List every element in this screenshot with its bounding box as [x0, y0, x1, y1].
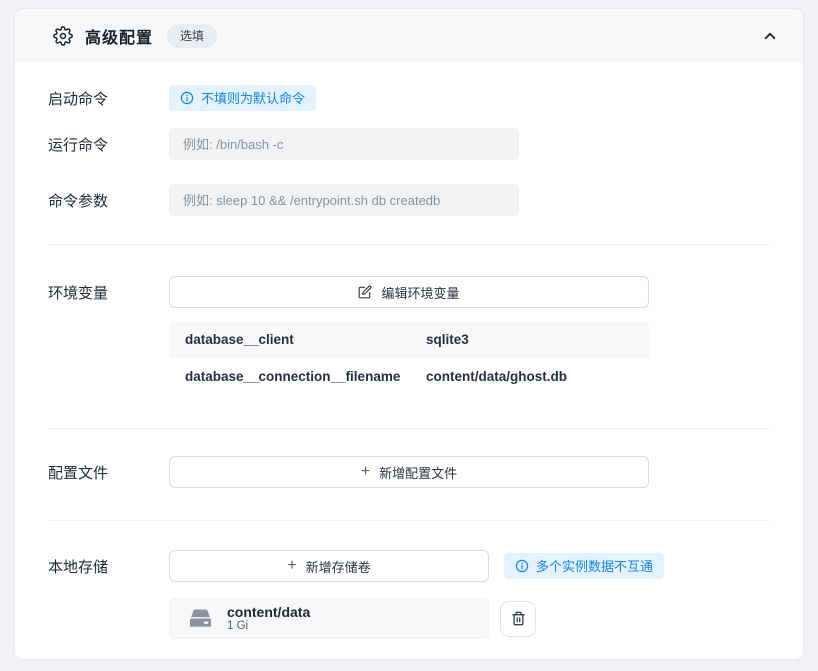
delete-volume-button[interactable] [500, 601, 536, 637]
startup-command-hint-text: 不填则为默认命令 [201, 92, 305, 105]
panel-header: 高级配置 选填 [15, 9, 803, 63]
section-divider [48, 520, 770, 521]
command-args-input[interactable] [169, 184, 519, 216]
config-file-label: 配置文件 [48, 462, 169, 483]
env-vars-label: 环境变量 [48, 282, 169, 303]
edit-square-icon [358, 285, 372, 299]
volume-size: 1 Gi [227, 620, 310, 634]
info-circle-icon [180, 91, 194, 105]
panel-title: 高级配置 [85, 24, 153, 48]
edit-env-vars-label: 编辑环境变量 [381, 283, 459, 302]
edit-env-vars-button[interactable]: 编辑环境变量 [169, 276, 649, 308]
startup-command-hint: 不填则为默认命令 [169, 85, 316, 111]
command-args-row: 命令参数 [48, 184, 770, 216]
volume-path: content/data [227, 604, 310, 620]
run-command-row: 运行命令 [48, 128, 770, 160]
local-storage-label: 本地存储 [48, 556, 169, 577]
env-var-value: content/data/ghost.db [426, 369, 567, 384]
env-vars-row: 环境变量 编辑环境变量 [48, 276, 770, 308]
section-divider [48, 244, 770, 245]
env-var-key: database__client [185, 332, 426, 347]
env-var-row: database__connection__filename content/d… [169, 358, 649, 395]
hard-drive-icon [187, 607, 214, 630]
storage-volume-card: content/data 1 Gi [169, 598, 489, 639]
section-divider [48, 428, 770, 429]
advanced-config-panel: 高级配置 选填 启动命令 不填则为默认命令 运行命令 [14, 8, 804, 660]
run-command-input[interactable] [169, 128, 519, 160]
add-config-file-button[interactable]: + 新增配置文件 [169, 456, 649, 488]
local-storage-row: 本地存储 + 新增存储卷 多个实例数据不互通 [48, 550, 770, 582]
plus-icon: + [361, 464, 370, 480]
collapse-chevron-up-icon[interactable] [763, 29, 777, 43]
trash-icon [511, 611, 526, 626]
startup-command-row: 启动命令 不填则为默认命令 [48, 85, 770, 111]
env-var-key: database__connection__filename [185, 369, 426, 384]
local-storage-hint-text: 多个实例数据不互通 [536, 560, 653, 573]
info-circle-icon [515, 559, 529, 573]
run-command-label: 运行命令 [48, 134, 169, 155]
plus-icon: + [287, 558, 296, 574]
add-storage-volume-button[interactable]: + 新增存储卷 [169, 550, 489, 582]
config-file-row: 配置文件 + 新增配置文件 [48, 456, 770, 488]
panel-body: 启动命令 不填则为默认命令 运行命令 命令参数 环境变量 [15, 85, 803, 639]
command-args-label: 命令参数 [48, 190, 169, 211]
env-var-row: database__client sqlite3 [169, 321, 649, 358]
add-config-file-label: 新增配置文件 [379, 463, 457, 482]
local-storage-hint: 多个实例数据不互通 [504, 553, 664, 579]
env-var-value: sqlite3 [426, 332, 469, 347]
add-storage-volume-label: 新增存储卷 [306, 557, 371, 576]
optional-badge: 选填 [167, 24, 217, 48]
gear-icon [53, 26, 73, 46]
startup-command-label: 启动命令 [48, 88, 169, 109]
env-vars-table: database__client sqlite3 database__conne… [169, 321, 649, 395]
storage-volume-row: content/data 1 Gi [169, 598, 770, 639]
